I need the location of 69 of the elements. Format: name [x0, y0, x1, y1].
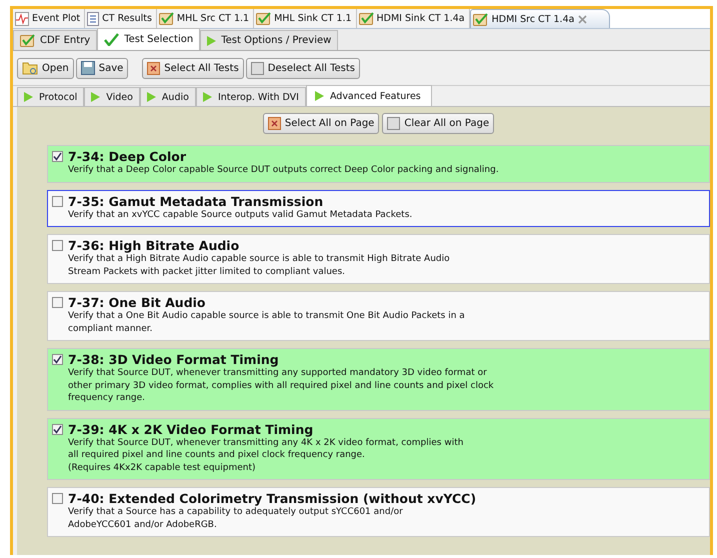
- save-icon: [80, 61, 95, 75]
- chart-icon: [15, 12, 29, 26]
- folder-icon: [22, 61, 38, 75]
- test-title: 7-37: One Bit Audio: [68, 295, 206, 310]
- checkbox[interactable]: [52, 493, 63, 504]
- view-tab[interactable]: Test Selection: [97, 28, 200, 50]
- toolbar-button[interactable]: Deselect All Tests: [246, 58, 360, 78]
- document-icon: [87, 12, 100, 26]
- checkbox[interactable]: [52, 240, 63, 251]
- editor-tab[interactable]: MHL Sink CT 1.1: [254, 9, 357, 28]
- toolbar-button[interactable]: Save: [76, 58, 128, 78]
- checked-box-icon: [256, 12, 272, 25]
- checkbox[interactable]: [52, 354, 63, 365]
- play-icon: [24, 92, 33, 102]
- test-description: Verify that Source DUT, whenever transmitting any supported mandatory 3D video format or other primary 3D video format, complies with all required pixel and line counts and pixel clock frequency range.: [67, 367, 495, 404]
- editor-tab[interactable]: HDMI Src CT 1.4a: [470, 9, 610, 28]
- crossed-box-icon: [147, 62, 160, 74]
- play-icon: [91, 92, 100, 102]
- play-icon: [207, 36, 216, 46]
- close-icon[interactable]: [578, 14, 588, 24]
- test-description: Verify that a One Bit Audio capable source is able to transmit One Bit Audio Packets in a compliant manner.: [67, 310, 466, 335]
- toolbar-button[interactable]: Open: [17, 58, 74, 78]
- category-tab[interactable]: Protocol: [17, 87, 84, 106]
- checkbox[interactable]: [52, 424, 63, 434]
- toolbar-button[interactable]: Select All Tests: [142, 58, 244, 78]
- editor-tab[interactable]: MHL Src CT 1.1: [156, 9, 254, 28]
- test-card[interactable]: 7-37: One Bit Audio Verify that a One Bit Audio capable source is able to transmit One Bit Audio Packets in a compliant manner.: [47, 291, 710, 341]
- play-icon: [314, 91, 324, 101]
- editor-tab[interactable]: HDMI Sink CT 1.4a: [356, 9, 470, 28]
- play-icon: [202, 92, 212, 102]
- checked-box-icon: [358, 12, 374, 25]
- test-description: Verify that a Source has a capability to adequately output sYCC601 and/or AdobeYCC601 and/or AdobeRGB.: [67, 506, 404, 531]
- test-description: Verify that a Deep Color capable Source DUT outputs correct Deep Color packing and signaling.: [67, 164, 500, 176]
- test-title: 7-34: Deep Color: [68, 149, 186, 164]
- checkbox[interactable]: [52, 297, 63, 308]
- check-icon: [104, 33, 120, 46]
- editor-tab[interactable]: CT Results: [85, 9, 157, 28]
- checkbox[interactable]: [52, 196, 63, 206]
- category-tab[interactable]: Video: [84, 87, 140, 106]
- category-tab[interactable]: Audio: [140, 87, 196, 106]
- test-title: 7-35: Gamut Metadata Transmission: [68, 194, 324, 208]
- empty-box-icon: [387, 117, 400, 130]
- crossed-box-icon: [268, 117, 281, 130]
- category-tab[interactable]: Interop. With DVI: [196, 87, 306, 106]
- test-title: 7-40: Extended Colorimetry Transmission (without xvYCC): [68, 491, 476, 506]
- test-description: Verify that Source DUT, whenever transmitting any 4K x 2K video format, complies with all required pixel and line counts and pixel clock frequency range. (Requires 4Kx2K capable test equipment): [67, 436, 464, 474]
- test-card[interactable]: [47, 348, 710, 410]
- test-title: 7-36: High Bitrate Audio: [68, 238, 240, 253]
- test-description: Verify that an xvYCC capable Source outputs valid Gamut Metadata Packets.: [67, 208, 414, 221]
- page-button[interactable]: Select All on Page: [262, 113, 380, 134]
- test-card[interactable]: 7-36: High Bitrate Audio Verify that a High Bitrate Audio capable source is able to transmit High Bitrate Audio Stream Packets with packet jitter limited to compliant values.: [47, 234, 710, 284]
- category-tab[interactable]: Advanced Features: [306, 85, 432, 106]
- test-card[interactable]: 7-35: Gamut Metadata Transmission Verify that an xvYCC capable Source outputs valid Gamut Metadata Packets.: [47, 190, 710, 227]
- test-title: 7-38: 3D Video Format Timing: [68, 352, 279, 367]
- test-card[interactable]: [47, 418, 710, 480]
- checkbox[interactable]: [52, 151, 63, 162]
- page-button[interactable]: Clear All on Page: [382, 113, 494, 134]
- play-icon: [146, 92, 156, 102]
- test-card[interactable]: 7-40: Extended Colorimetry Transmission (without xvYCC) Verify that a Source has a capability to adequately output sYCC601 and/or AdobeYCC601 and/or AdobeRGB.: [47, 487, 710, 537]
- checked-box-icon: [472, 12, 488, 26]
- checked-box-icon: [20, 34, 35, 47]
- test-title: 7-39: 4K x 2K Video Format Timing: [68, 422, 314, 436]
- view-tab[interactable]: Test Options / Preview: [200, 30, 338, 50]
- checked-box-icon: [158, 12, 174, 25]
- test-description: Verify that a High Bitrate Audio capable source is able to transmit High Bitrate Audio Stream Packets with packet jitter limited to compliant values.: [67, 253, 451, 278]
- editor-tab[interactable]: Event Plot: [13, 9, 86, 28]
- empty-box-icon: [250, 62, 264, 74]
- test-card[interactable]: 7-34: Deep Color Verify that a Deep Color capable Source DUT outputs correct Deep Color packing and signaling.: [47, 145, 710, 182]
- view-tab[interactable]: CDF Entry: [13, 30, 98, 50]
